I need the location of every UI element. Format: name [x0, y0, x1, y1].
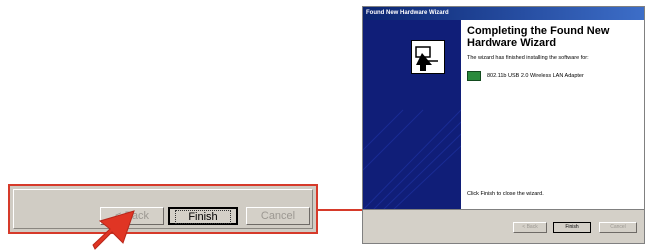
wizard-footer: < Back Finish Cancel — [363, 209, 644, 243]
wizard-install-icon — [411, 40, 445, 74]
finished-text: The wizard has finished installing the s… — [467, 55, 589, 61]
wizard-window: Found New Hardware Wizard Completing the… — [362, 6, 645, 244]
wizard-cancel-button[interactable]: Cancel — [599, 222, 637, 233]
wizard-finish-button[interactable]: Finish — [553, 222, 591, 233]
wizard-heading: Completing the Found New Hardware Wizard — [467, 25, 640, 49]
device-name: 802.11b USB 2.0 Wireless LAN Adapter — [487, 73, 584, 79]
wizard-content: Completing the Found New Hardware Wizard… — [467, 25, 640, 81]
wizard-back-button[interactable]: < Back — [513, 222, 547, 233]
wizard-titlebar: Found New Hardware Wizard — [363, 7, 644, 20]
heading-line-2: Hardware Wizard — [467, 37, 557, 49]
network-card-icon — [467, 71, 481, 81]
wizard-sidebar — [363, 20, 461, 210]
heading-line-1: Completing the Found New — [467, 25, 610, 37]
device-row: 802.11b USB 2.0 Wireless LAN Adapter — [467, 71, 640, 81]
install-arrow-icon — [415, 46, 438, 71]
close-instruction: Click Finish to close the wizard. — [467, 191, 544, 197]
